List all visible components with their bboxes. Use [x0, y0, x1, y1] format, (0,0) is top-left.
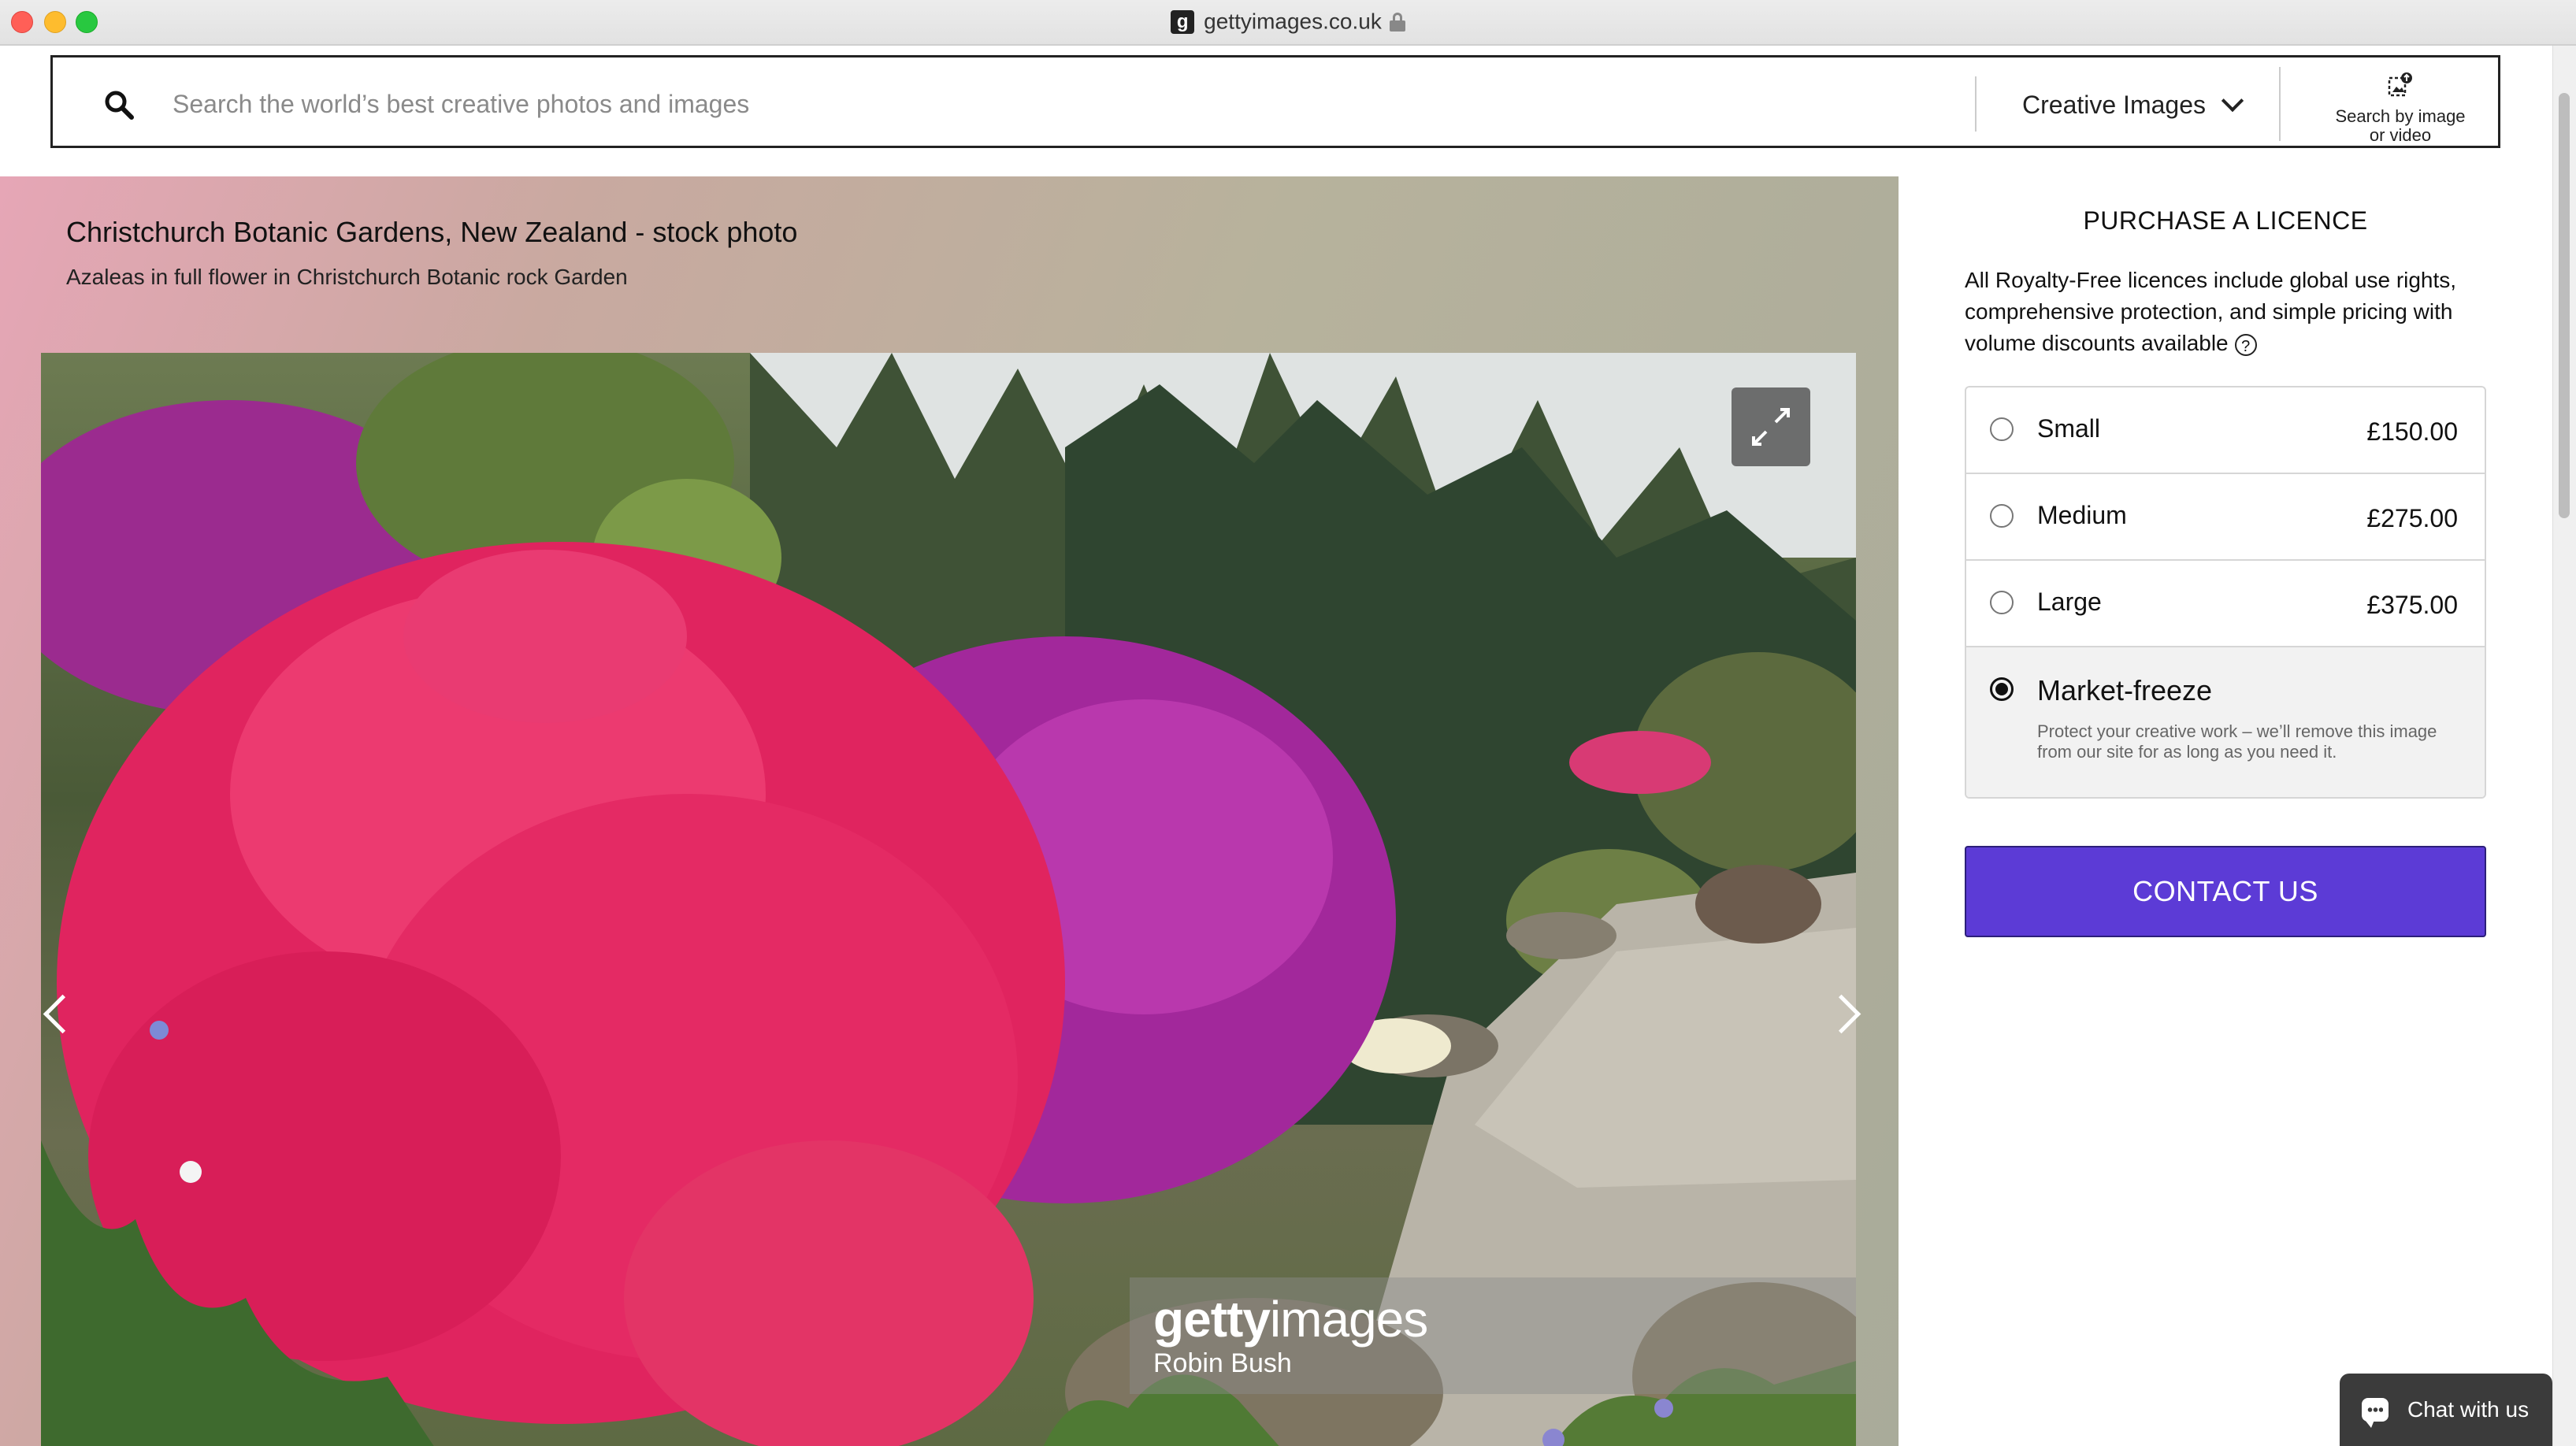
market-freeze-description: Protect your creative work – we’ll remov…: [2037, 721, 2437, 762]
lock-icon: [1389, 12, 1405, 32]
licence-option-label: Small: [2037, 414, 2101, 443]
licence-heading: PURCHASE A LICENCE: [2083, 206, 2368, 235]
radio-button[interactable]: [1990, 504, 2014, 528]
licence-option-market-freeze[interactable]: Market-freeze Protect your creative work…: [1966, 647, 2485, 797]
search-by-image-label-line1: Search by image: [2335, 106, 2466, 126]
licence-option-large[interactable]: Large £375.00: [1966, 561, 2485, 647]
search-divider: [1975, 76, 1977, 132]
expand-icon: [1752, 408, 1790, 446]
asset-title: Christchurch Botanic Gardens, New Zealan…: [66, 216, 798, 248]
url-text: gettyimages.co.uk: [1204, 9, 1382, 34]
search-icon[interactable]: [103, 89, 135, 120]
chat-label: Chat with us: [2407, 1397, 2530, 1422]
contact-us-button[interactable]: CONTACT US: [1965, 846, 2486, 937]
search-bar: Creative Images Search by image or video: [50, 55, 2500, 148]
licence-description: All Royalty-Free licences include global…: [1965, 265, 2508, 359]
image-search-icon: [2388, 72, 2412, 97]
search-by-image-label-line2: or video: [2369, 125, 2432, 145]
search-by-image-button[interactable]: Search by image or video: [2322, 64, 2479, 145]
help-icon[interactable]: ?: [2234, 333, 2257, 356]
licence-option-label: Large: [2037, 588, 2102, 616]
photographer-credit: Robin Bush: [1153, 1348, 1292, 1378]
category-dropdown[interactable]: Creative Images: [2022, 83, 2244, 127]
site-header: Creative Images Search by image or video: [0, 46, 2552, 176]
site-favicon-icon: g: [1171, 9, 1195, 34]
licence-option-price: £150.00: [2366, 417, 2458, 446]
licence-panel: PURCHASE A LICENCE All Royalty-Free lice…: [1899, 176, 2552, 1446]
licence-option-small[interactable]: Small £150.00: [1966, 387, 2485, 474]
licence-description-text: All Royalty-Free licences include global…: [1965, 268, 2457, 355]
licence-option-label: Market-freeze: [2037, 674, 2213, 706]
expand-image-button[interactable]: [1732, 387, 1810, 466]
licence-option-label: Medium: [2037, 501, 2127, 529]
scrollbar-thumb[interactable]: [2559, 93, 2570, 518]
search-divider: [2279, 67, 2281, 141]
radio-button[interactable]: [1990, 591, 2014, 614]
page-scrollbar[interactable]: [2552, 46, 2576, 1446]
licence-option-medium[interactable]: Medium £275.00: [1966, 474, 2485, 561]
licence-option-price: £275.00: [2366, 504, 2458, 532]
getty-watermark: gettyimages Robin Bush: [1130, 1277, 1856, 1394]
watermark-logo: gettyimages: [1153, 1291, 1428, 1348]
browser-titlebar: g gettyimages.co.uk: [0, 0, 2576, 46]
asset-caption: Azaleas in full flower in Christchurch B…: [66, 265, 628, 289]
chevron-down-icon: [2221, 89, 2244, 113]
chat-with-us-button[interactable]: Chat with us: [2340, 1374, 2552, 1446]
radio-button[interactable]: [1990, 417, 2014, 441]
image-detail-stage: Christchurch Botanic Gardens, New Zealan…: [0, 176, 1899, 1446]
category-dropdown-label: Creative Images: [2022, 90, 2206, 119]
search-input[interactable]: [171, 80, 1986, 128]
licence-option-price: £375.00: [2366, 591, 2458, 619]
chat-bubble-icon: [2362, 1398, 2389, 1428]
licence-options: Small £150.00 Medium £275.00 Large £375.…: [1965, 386, 2486, 799]
address-bar[interactable]: g gettyimages.co.uk: [0, 8, 2576, 35]
radio-button-selected[interactable]: [1990, 677, 2014, 701]
